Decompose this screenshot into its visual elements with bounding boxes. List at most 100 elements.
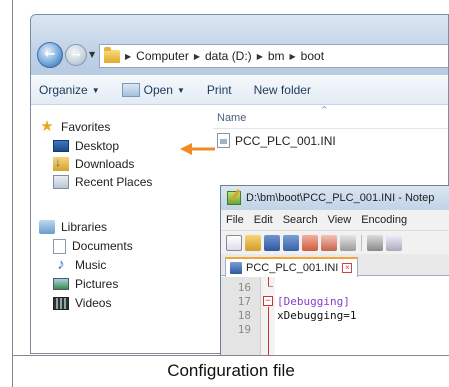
open-button[interactable]: Open ▼ xyxy=(121,83,185,97)
nav-item-label: Documents xyxy=(72,239,133,253)
notepad-menubar: File Edit Search View Encoding xyxy=(221,210,449,230)
nav-libraries-label: Libraries xyxy=(61,220,108,234)
nav-item-label: Pictures xyxy=(75,277,119,291)
nav-favorites-label: Favorites xyxy=(61,120,111,134)
nav-item-music[interactable]: ♪ Music xyxy=(53,256,106,274)
chevron-down-icon: ▼ xyxy=(91,85,100,95)
fold-line xyxy=(268,307,269,355)
nav-item-videos[interactable]: Videos xyxy=(53,294,111,312)
nav-item-documents[interactable]: Documents xyxy=(53,237,133,255)
nav-item-label: Desktop xyxy=(75,139,120,153)
menu-file[interactable]: File xyxy=(226,214,244,226)
notepad-title: D:\bm\boot\PCC_PLC_001.INI - Notep xyxy=(246,192,435,204)
column-header-divider xyxy=(213,128,448,129)
code-line-setting: xDebugging=1 xyxy=(277,309,357,322)
frame-divider xyxy=(12,355,449,356)
notepad-app-icon xyxy=(227,191,241,205)
cut-icon[interactable] xyxy=(367,234,383,251)
new-folder-button[interactable]: New folder xyxy=(254,83,311,97)
folder-icon xyxy=(104,46,120,63)
print-button[interactable]: Print xyxy=(207,83,232,97)
new-file-icon[interactable] xyxy=(226,234,242,251)
nav-item-label: Recent Places xyxy=(75,175,153,189)
figure-caption: Configuration file xyxy=(167,361,295,380)
open-label: Open xyxy=(143,83,173,97)
print-icon[interactable] xyxy=(340,234,356,251)
explorer-navbar: ← → ▼ ▶ Computer ▶ data (D:) ▶ bm ▶ boot xyxy=(31,35,448,75)
navigation-pane: ★ Favorites Desktop Downloads Recent Pla… xyxy=(31,106,203,353)
nav-item-downloads[interactable]: Downloads xyxy=(53,155,134,173)
tab-label: PCC_PLC_001.INI xyxy=(246,262,339,274)
file-list-item[interactable]: PCC_PLC_001.INI xyxy=(217,133,336,148)
line-number-gutter: 16 17 18 19 xyxy=(221,277,261,355)
organize-button[interactable]: Organize ▼ xyxy=(39,83,100,97)
back-button[interactable]: ← xyxy=(37,42,63,68)
desktop-icon xyxy=(53,140,69,152)
highlight-arrow-icon xyxy=(180,143,215,155)
line-number: 18 xyxy=(237,309,251,322)
tab-pcc-plc-001[interactable]: PCC_PLC_001.INI × xyxy=(225,257,359,277)
notepad-editor[interactable]: 16 17 18 19 − [Debugging] xDebugging=1 xyxy=(221,277,449,355)
breadcrumb-separator-icon[interactable]: ▶ xyxy=(257,52,263,61)
close-all-icon[interactable] xyxy=(321,234,337,251)
libraries-icon xyxy=(39,220,55,234)
nav-favorites[interactable]: ★ Favorites xyxy=(39,118,110,136)
close-file-icon[interactable] xyxy=(302,234,318,251)
notepad-window: D:\bm\boot\PCC_PLC_001.INI - Notep File … xyxy=(220,185,449,355)
menu-edit[interactable]: Edit xyxy=(254,214,273,226)
save-icon[interactable] xyxy=(264,234,280,251)
nav-item-label: Music xyxy=(75,258,107,272)
open-icon xyxy=(121,83,140,97)
breadcrumb-bm[interactable]: bm xyxy=(268,49,285,63)
music-icon: ♪ xyxy=(57,256,65,273)
nav-item-desktop[interactable]: Desktop xyxy=(53,137,119,155)
back-arrow-icon: ← xyxy=(44,47,56,62)
menu-view[interactable]: View xyxy=(328,214,352,226)
downloads-icon xyxy=(53,155,69,171)
recent-pages-dropdown-icon[interactable]: ▼ xyxy=(89,50,95,59)
menu-encoding[interactable]: Encoding xyxy=(361,214,407,226)
open-file-icon[interactable] xyxy=(245,234,261,251)
fold-collapse-icon[interactable]: − xyxy=(263,296,273,306)
code-line-section: [Debugging] xyxy=(277,295,350,308)
documents-icon xyxy=(53,238,66,254)
copy-icon[interactable] xyxy=(386,234,402,251)
print-label: Print xyxy=(206,83,232,97)
chevron-down-icon: ▼ xyxy=(176,85,185,95)
address-bar[interactable]: ▶ Computer ▶ data (D:) ▶ bm ▶ boot xyxy=(99,44,448,68)
new-folder-label: New folder xyxy=(253,83,311,97)
forward-button[interactable]: → xyxy=(65,44,87,66)
fold-end-marker xyxy=(268,286,273,287)
breadcrumb-computer[interactable]: Computer xyxy=(136,49,189,63)
ini-file-icon xyxy=(217,133,230,148)
saved-file-icon xyxy=(230,262,242,274)
breadcrumb-drive[interactable]: data (D:) xyxy=(205,49,252,63)
notepad-tabbar: PCC_PLC_001.INI × xyxy=(221,254,449,277)
toolbar-separator xyxy=(361,234,362,251)
organize-label: Organize xyxy=(39,83,88,97)
sort-ascending-icon: ^ xyxy=(321,105,328,114)
line-number: 16 xyxy=(237,281,251,294)
breadcrumb-separator-icon[interactable]: ▶ xyxy=(290,52,296,61)
notepad-toolbar xyxy=(221,230,449,254)
column-header-name[interactable]: Name xyxy=(217,112,246,124)
line-number: 17 xyxy=(237,295,251,308)
file-name: PCC_PLC_001.INI xyxy=(235,133,336,148)
notepad-titlebar: D:\bm\boot\PCC_PLC_001.INI - Notep xyxy=(221,186,449,210)
explorer-toolbar: Organize ▼ Open ▼ Print New folder xyxy=(31,75,448,105)
forward-arrow-icon: → xyxy=(71,48,81,61)
pictures-icon xyxy=(53,278,69,290)
nav-item-recent-places[interactable]: Recent Places xyxy=(53,173,152,191)
save-all-icon[interactable] xyxy=(283,234,299,251)
close-tab-icon[interactable]: × xyxy=(342,263,353,273)
nav-libraries[interactable]: Libraries xyxy=(39,218,107,236)
frame-left-border xyxy=(12,0,13,387)
breadcrumb-separator-icon[interactable]: ▶ xyxy=(194,52,200,61)
nav-item-pictures[interactable]: Pictures xyxy=(53,275,118,293)
nav-item-label: Videos xyxy=(75,296,112,310)
breadcrumb-separator-icon[interactable]: ▶ xyxy=(125,52,131,61)
breadcrumb-boot[interactable]: boot xyxy=(301,49,324,63)
nav-item-label: Downloads xyxy=(75,157,135,171)
videos-icon xyxy=(53,296,69,310)
menu-search[interactable]: Search xyxy=(283,214,318,226)
